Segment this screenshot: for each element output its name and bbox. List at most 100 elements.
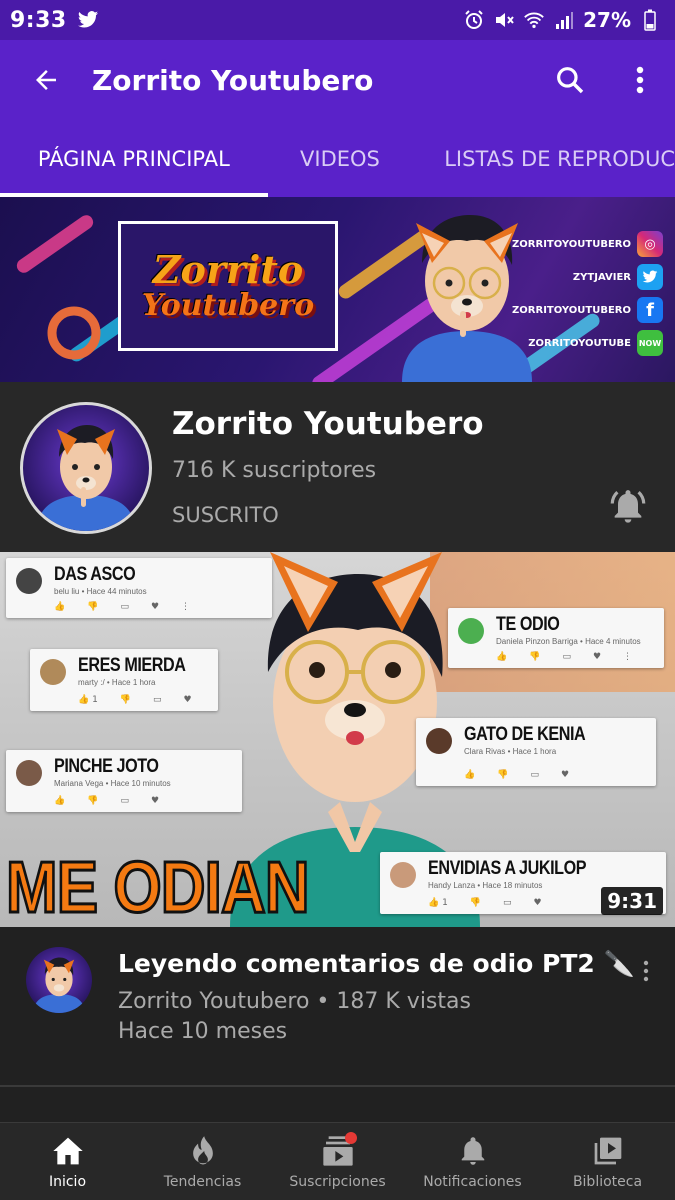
video-duration-badge: 9:31 bbox=[601, 887, 663, 915]
video-avatar-image bbox=[33, 957, 85, 1013]
comment-meta: belu liu • Hace 44 minutos bbox=[54, 587, 147, 596]
notifications-bell-icon bbox=[456, 1134, 490, 1168]
avatar bbox=[16, 760, 42, 786]
comment-meta: Handy Lanza • Hace 18 minutos bbox=[428, 881, 543, 890]
app-bar: Zorrito Youtubero bbox=[0, 40, 675, 120]
heart-icon: ♥ bbox=[592, 652, 602, 662]
nav-label: Tendencias bbox=[163, 1173, 242, 1190]
nav-label: Suscripciones bbox=[289, 1173, 386, 1190]
social-link-twitter[interactable]: ZYTJAVIER bbox=[573, 264, 663, 290]
tab-playlists[interactable]: LISTAS DE REPRODUC bbox=[412, 120, 675, 197]
notifications-bell-button[interactable] bbox=[604, 482, 652, 530]
video-title[interactable]: Leyendo comentarios de odio PT2 🔪 bbox=[118, 949, 635, 979]
thumb-down-icon: 👎 bbox=[119, 695, 132, 705]
nav-item-notifications[interactable]: Notificaciones bbox=[405, 1123, 540, 1200]
video-more-button[interactable] bbox=[630, 955, 662, 987]
reply-icon: ▭ bbox=[562, 652, 571, 662]
video-thumbnail[interactable]: DAS ASCO belu liu • Hace 44 minutos 👍 👎 ▭ ♥… bbox=[0, 552, 675, 927]
heart-icon: ♥ bbox=[183, 695, 192, 705]
notifications-active-bell-icon bbox=[610, 490, 646, 523]
page-title: Zorrito Youtubero bbox=[92, 63, 374, 97]
avatar bbox=[458, 618, 484, 644]
reply-icon: ▭ bbox=[120, 602, 129, 612]
comment-text: ENVIDIAS A JUKILOP bbox=[428, 858, 587, 879]
more-vert-icon bbox=[643, 960, 649, 982]
nav-item-library[interactable]: Biblioteca bbox=[540, 1123, 675, 1200]
social-handle: ZORRITOYOUTUBERO bbox=[512, 238, 631, 250]
avatar bbox=[16, 568, 42, 594]
reply-icon: ▭ bbox=[120, 796, 129, 806]
more-vert-icon: ⋮ bbox=[181, 602, 191, 612]
heart-icon: ♥ bbox=[150, 796, 160, 806]
status-bar: 9:33 27% bbox=[0, 0, 675, 40]
back-button[interactable] bbox=[0, 40, 92, 120]
comment-actions: 👍 👎 ▭ ♥ bbox=[464, 770, 569, 780]
tab-videos[interactable]: VIDEOS bbox=[268, 120, 413, 197]
back-arrow-icon bbox=[36, 70, 56, 90]
comment-actions: 👍 1 👎 ▭ ♥ bbox=[428, 898, 542, 908]
thumb-up-icon: 👍 bbox=[464, 770, 476, 780]
thumb-up-icon: 👍 1 bbox=[428, 898, 448, 908]
alarm-icon bbox=[463, 9, 485, 31]
battery-icon bbox=[639, 9, 661, 31]
avatar[interactable] bbox=[26, 947, 92, 1013]
subscribed-button[interactable]: SUSCRITO bbox=[172, 503, 279, 527]
thumb-up-icon: 👍 bbox=[496, 652, 508, 662]
avatar[interactable] bbox=[20, 402, 152, 534]
nav-item-trending[interactable]: Tendencias bbox=[135, 1123, 270, 1200]
banner-ring bbox=[47, 306, 101, 360]
thumb-down-icon: 👎 bbox=[87, 796, 99, 806]
wifi-icon bbox=[523, 9, 545, 31]
reply-icon: ▭ bbox=[503, 898, 512, 908]
thumb-down-icon: 👎 bbox=[87, 602, 99, 612]
comment-text: TE ODIO bbox=[496, 614, 560, 635]
like-count: 1 bbox=[92, 695, 98, 705]
comment-card: ERES MIERDA marty :/ • Hace 1 hora 👍 1 👎 ▭… bbox=[30, 649, 218, 711]
avatar bbox=[426, 728, 452, 754]
comment-text: DAS ASCO bbox=[54, 564, 136, 585]
social-link-now[interactable]: ZORRITOYOUTUBE NOW bbox=[528, 330, 663, 356]
video-age: Hace 10 meses bbox=[118, 1019, 288, 1044]
comment-meta: marty :/ • Hace 1 hora bbox=[78, 678, 156, 687]
more-vert-icon: ⋮ bbox=[623, 652, 633, 662]
more-options-button[interactable] bbox=[605, 40, 675, 120]
thumb-down-icon: 👎 bbox=[469, 898, 482, 908]
search-icon bbox=[557, 67, 584, 94]
twitter-icon bbox=[77, 9, 99, 31]
nav-item-subscriptions[interactable]: Suscripciones bbox=[270, 1123, 405, 1200]
comment-card: DAS ASCO belu liu • Hace 44 minutos 👍 👎 ▭ ♥… bbox=[6, 558, 272, 618]
video-info[interactable]: Leyendo comentarios de odio PT2 🔪 Zorrit… bbox=[0, 927, 675, 1085]
channel-name: Zorrito Youtubero bbox=[172, 406, 484, 442]
thumb-up-icon: 👍 bbox=[54, 602, 66, 612]
social-handle: ZYTJAVIER bbox=[572, 271, 631, 283]
thumbnail-overlay-text: ME ODIAN bbox=[5, 848, 311, 927]
banner-stripe bbox=[14, 212, 96, 276]
channel-avatar-image bbox=[37, 425, 135, 531]
social-link-facebook[interactable]: ZORRITOYOUTUBERO f bbox=[512, 297, 663, 323]
reply-icon: ▭ bbox=[153, 695, 162, 705]
nav-label: Notificaciones bbox=[423, 1173, 522, 1190]
channel-banner: Zorrito Youtubero ZORRITOYOUTUBERO ◎ ZYT… bbox=[0, 197, 675, 382]
nav-label: Inicio bbox=[48, 1173, 87, 1190]
subscriptions-icon bbox=[321, 1131, 357, 1168]
nav-item-home[interactable]: Inicio bbox=[0, 1123, 135, 1200]
comment-meta: Mariana Vega • Hace 10 minutos bbox=[54, 779, 171, 788]
library-icon bbox=[591, 1134, 625, 1168]
comment-actions: 👍 👎 ▭ ♥ ⋮ bbox=[54, 602, 190, 612]
search-button[interactable] bbox=[535, 40, 605, 120]
avatar bbox=[40, 659, 66, 685]
tab-home[interactable]: PÁGINA PRINCIPAL bbox=[0, 120, 268, 197]
social-link-instagram[interactable]: ZORRITOYOUTUBERO ◎ bbox=[512, 231, 663, 257]
social-handle: ZORRITOYOUTUBE bbox=[528, 337, 631, 349]
comment-meta: Clara Rivas • Hace 1 hora bbox=[464, 747, 557, 756]
nav-label: Biblioteca bbox=[572, 1173, 643, 1190]
thumb-down-icon: 👎 bbox=[497, 770, 509, 780]
notification-badge bbox=[344, 1131, 357, 1144]
thumb-down-icon: 👎 bbox=[529, 652, 541, 662]
heart-icon: ♥ bbox=[560, 770, 570, 780]
banner-logo-line1: Zorrito bbox=[152, 247, 304, 293]
avatar bbox=[390, 862, 416, 888]
social-handle: ZORRITOYOUTUBERO bbox=[512, 304, 631, 316]
channel-header: Zorrito Youtubero 716 K suscriptores SUS… bbox=[0, 382, 675, 552]
comment-actions: 👍 👎 ▭ ♥ ⋮ bbox=[496, 652, 632, 662]
